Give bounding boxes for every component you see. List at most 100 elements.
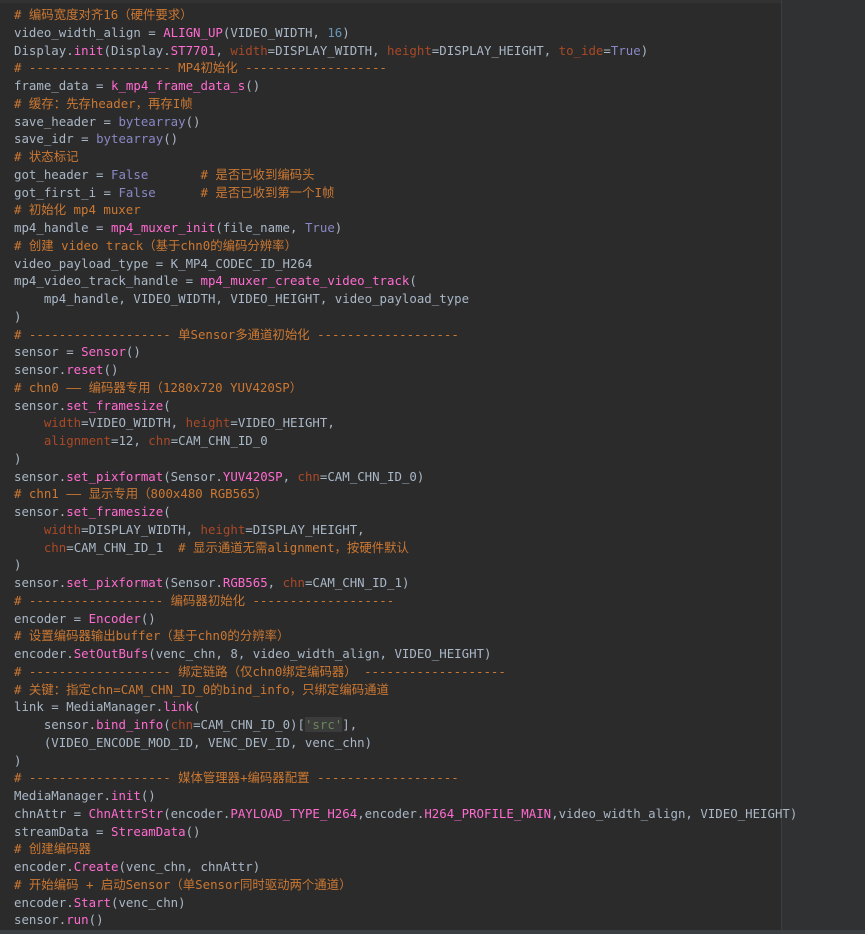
code-token: Start — [73, 894, 111, 910]
code-token: # chn1 —— 显示专用（800x480 RGB565） — [14, 486, 268, 502]
code-line[interactable]: frame_data = k_mp4_frame_data_s() — [14, 77, 797, 95]
code-token: (encoder. — [163, 805, 231, 821]
code-token: reset — [66, 362, 104, 377]
code-line[interactable]: got_first_i = False # 是否已收到第一个I帧 — [14, 184, 797, 202]
code-line[interactable]: save_idr = bytearray() — [14, 130, 797, 148]
code-token: =DISPLAY_HEIGHT, — [431, 42, 559, 58]
code-line[interactable]: sensor.set_pixformat(Sensor.RGB565, chn=… — [14, 574, 797, 592]
code-token: ST7701 — [170, 42, 216, 58]
code-token: # ------------------- 媒体管理器+编码器配置 ------… — [14, 770, 459, 786]
code-line[interactable]: # ------------------- 绑定链路（仅chn0绑定编码器） -… — [14, 663, 797, 681]
code-token: False — [118, 184, 156, 200]
code-line[interactable]: # 创建 video track（基于chn0的编码分辨率） — [14, 237, 797, 255]
code-line[interactable]: encoder.Start(venc_chn) — [14, 894, 797, 912]
code-token: ChnAttrStr — [88, 805, 164, 821]
code-token: width — [43, 415, 82, 431]
code-line[interactable]: sensor.bind_info(chn=CAM_CHN_ID_0)['src'… — [14, 716, 797, 734]
code-editor[interactable]: # 编码宽度对齐16（硬件要求） video_width_align = ALIG… — [0, 0, 865, 934]
code-line[interactable]: # 创建编码器 — [14, 840, 797, 858]
code-token: # ------------------- MP4初始化 -----------… — [14, 60, 387, 76]
code-token: height — [200, 521, 246, 537]
code-line[interactable]: streamData = StreamData() — [14, 823, 797, 841]
code-line[interactable]: chnAttr = ChnAttrStr(encoder.PAYLOAD_TYP… — [14, 805, 797, 823]
code-line[interactable]: (VIDEO_ENCODE_MOD_ID, VENC_DEV_ID, venc_… — [14, 734, 797, 752]
code-token: (Sensor. — [163, 575, 223, 590]
code-line[interactable]: width=VIDEO_WIDTH, height=VIDEO_HEIGHT, — [14, 414, 797, 432]
code-token: chn — [148, 433, 171, 448]
code-line[interactable]: # ------------------- MP4初始化 -----------… — [14, 59, 797, 77]
code-token: ( — [163, 504, 171, 519]
code-line[interactable]: ) — [14, 752, 797, 770]
code-token: () — [125, 344, 141, 360]
code-line[interactable]: sensor.reset() — [14, 361, 797, 379]
code-line[interactable]: # ------------------- 媒体管理器+编码器配置 ------… — [14, 769, 797, 787]
code-line[interactable]: video_payload_type = K_MP4_CODEC_ID_H264 — [14, 255, 797, 273]
code-line[interactable]: encoder = Encoder() — [14, 610, 797, 628]
code-line[interactable]: # 设置编码器输出buffer（基于chn0的分辨率） — [14, 627, 797, 645]
code-line[interactable]: mp4_handle = mp4_muxer_init(file_name, T… — [14, 219, 797, 237]
code-line[interactable]: # 编码宽度对齐16（硬件要求） — [14, 6, 797, 24]
code-token: mp4_video_track_handle = — [14, 273, 201, 289]
code-token: init — [73, 42, 104, 58]
code-line[interactable]: ) — [14, 308, 797, 326]
code-token: () — [245, 78, 261, 93]
code-line[interactable]: # chn1 —— 显示专用（800x480 RGB565） — [14, 485, 797, 503]
code-line[interactable]: video_width_align = ALIGN_UP(VIDEO_WIDTH… — [14, 24, 797, 42]
code-line[interactable]: # 缓存：先存header，再存I帧 — [14, 95, 797, 113]
code-line[interactable]: # 初始化 mp4 muxer — [14, 201, 797, 219]
code-token: ,encoder. — [357, 805, 425, 821]
code-token: 16 — [327, 24, 343, 40]
code-token: set_pixformat — [66, 468, 164, 484]
code-line[interactable]: chn=CAM_CHN_ID_1 # 显示通道无需alignment，按硬件默认 — [14, 539, 797, 557]
code-line[interactable]: # ------------------ 编码器初始化 ------------… — [14, 592, 797, 610]
code-line[interactable]: sensor.set_framesize( — [14, 397, 797, 415]
code-token: # 状态标记 — [14, 149, 79, 164]
code-token: (venc_chn, 8, video_width_align, VIDEO_H… — [148, 646, 492, 661]
code-line[interactable]: # chn0 —— 编码器专用（1280x720 YUV420SP） — [14, 379, 797, 397]
code-token: # 开始编码 + 启动Sensor（单Sensor同时驱动两个通道） — [14, 876, 352, 892]
code-line[interactable]: encoder.Create(venc_chn, chnAttr) — [14, 858, 797, 876]
code-token: # 初始化 mp4 muxer — [14, 202, 141, 218]
code-line[interactable]: sensor.set_framesize( — [14, 503, 797, 521]
code-token: k_mp4_frame_data_s — [110, 78, 246, 93]
code-token: Create — [73, 859, 119, 874]
code-line[interactable]: Display.init(Display.ST7701, width=DISPL… — [14, 42, 797, 60]
code-line[interactable]: # 状态标记 — [14, 148, 797, 166]
code-line[interactable]: # ------------------- 单Sensor多通道初始化 ----… — [14, 326, 797, 344]
code-line[interactable]: link = MediaManager.link( — [14, 698, 797, 716]
code-token: = — [603, 42, 611, 58]
code-line[interactable]: sensor.set_pixformat(Sensor.YUV420SP, ch… — [14, 468, 797, 486]
code-line[interactable]: MediaManager.init() — [14, 787, 797, 805]
code-line[interactable]: # 关键：指定chn=CAM_CHN_ID_0的bind_info，只绑定编码通… — [14, 681, 797, 699]
code-line[interactable]: mp4_handle, VIDEO_WIDTH, VIDEO_HEIGHT, v… — [14, 290, 797, 308]
code-line[interactable]: encoder.SetOutBufs(venc_chn, 8, video_wi… — [14, 645, 797, 663]
code-line[interactable]: mp4_video_track_handle = mp4_muxer_creat… — [14, 272, 797, 290]
code-line[interactable]: # 开始编码 + 启动Sensor（单Sensor同时驱动两个通道） — [14, 876, 797, 894]
code-token: save_header = — [14, 113, 119, 129]
code-token: () — [163, 131, 179, 147]
horizontal-scrollbar[interactable] — [0, 930, 865, 934]
code-token: ALIGN_UP — [163, 24, 223, 40]
code-token: sensor. — [14, 362, 67, 377]
code-token: got_header = — [14, 166, 111, 182]
code-text-area[interactable]: # 编码宽度对齐16（硬件要求） video_width_align = ALIG… — [14, 6, 797, 929]
code-token: ) — [14, 752, 22, 768]
code-token: (venc_chn, chnAttr) — [118, 859, 261, 874]
code-token: =DISPLAY_WIDTH, — [267, 42, 388, 58]
code-line[interactable]: save_header = bytearray() — [14, 113, 797, 131]
code-line[interactable]: sensor.run() — [14, 911, 797, 929]
code-token: frame_data = — [14, 78, 111, 93]
code-line[interactable]: width=DISPLAY_WIDTH, height=DISPLAY_HEIG… — [14, 521, 797, 539]
code-line[interactable]: ) — [14, 450, 797, 468]
code-token: ) — [14, 557, 22, 573]
code-token: height — [185, 415, 231, 431]
code-token: (VIDEO_WIDTH, — [222, 24, 328, 40]
code-token: sensor. — [14, 912, 67, 928]
code-token: streamData = — [14, 823, 111, 839]
code-line[interactable]: ) — [14, 556, 797, 574]
code-line[interactable]: alignment=12, chn=CAM_CHN_ID_0 — [14, 432, 797, 450]
code-token: () — [140, 610, 156, 626]
code-line[interactable]: sensor = Sensor() — [14, 343, 797, 361]
code-line[interactable]: got_header = False # 是否已收到编码头 — [14, 166, 797, 184]
code-token: (venc_chn) — [111, 894, 186, 910]
